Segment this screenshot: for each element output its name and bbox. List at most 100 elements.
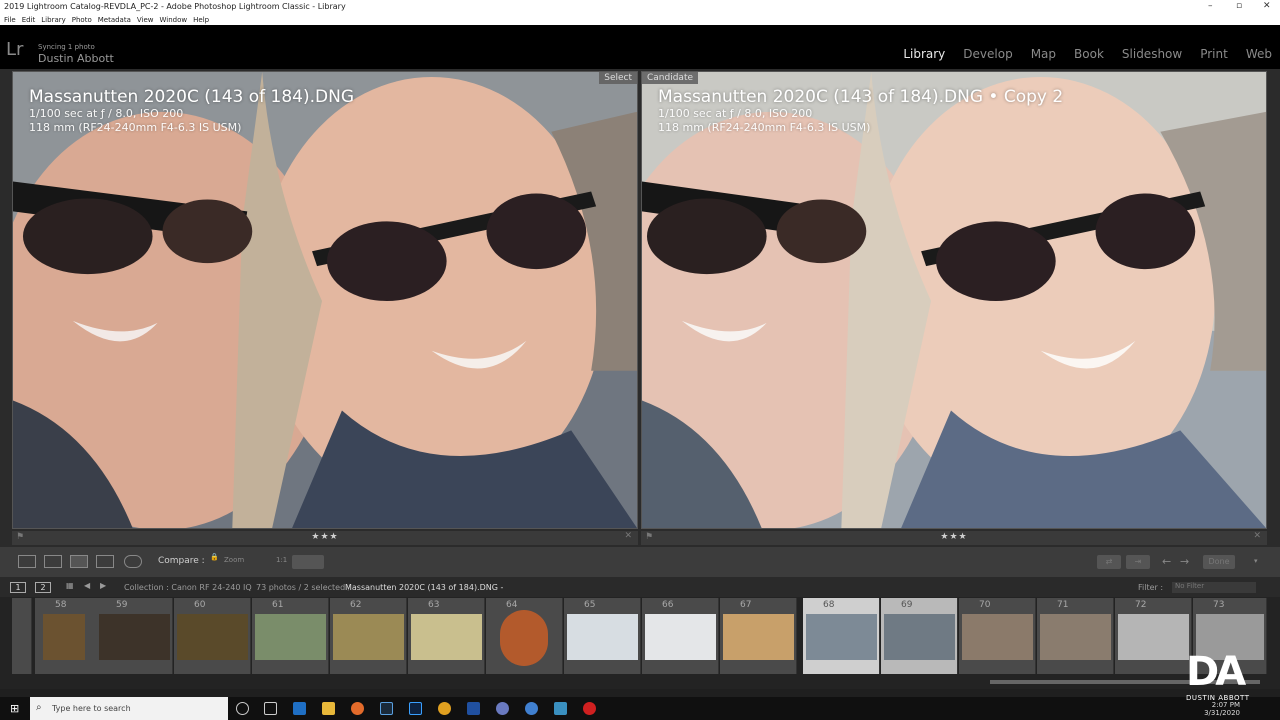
minimize-icon[interactable]: – — [1208, 1, 1213, 11]
candidate-stars[interactable]: ★★★ — [940, 532, 967, 542]
menu-view[interactable]: View — [137, 16, 154, 24]
thumbnail-image[interactable] — [723, 614, 794, 660]
thumbnail-image[interactable] — [962, 614, 1033, 660]
candidate-photo[interactable] — [642, 72, 1266, 528]
back-icon[interactable]: ◀ — [84, 581, 90, 590]
thumbnail-image[interactable] — [567, 614, 638, 660]
thumbnail-cell[interactable]: 61 — [252, 598, 329, 674]
lightroom-icon[interactable] — [380, 702, 393, 715]
thumbnail-image[interactable] — [1118, 614, 1189, 660]
photoshop-icon[interactable] — [409, 702, 422, 715]
thumbnail-cell-partial[interactable] — [12, 598, 32, 674]
module-slideshow[interactable]: Slideshow — [1122, 47, 1182, 61]
thumbnail-cell[interactable]: 71 — [1037, 598, 1114, 674]
flag-icon[interactable]: ⚑ — [16, 532, 24, 542]
thumbnail-image[interactable] — [99, 614, 170, 660]
record-icon[interactable] — [583, 702, 596, 715]
compare-view-icon[interactable] — [70, 555, 88, 568]
app-icon[interactable] — [554, 702, 567, 715]
thumbnail-cell[interactable]: 65 — [564, 598, 641, 674]
sync-status[interactable]: Syncing 1 photo — [38, 43, 95, 51]
page-2-button[interactable]: 2 — [35, 582, 51, 593]
thumbnail-image[interactable] — [500, 610, 548, 666]
thumbnail-cell[interactable]: 66 — [642, 598, 719, 674]
app-icon[interactable] — [496, 702, 509, 715]
menu-window[interactable]: Window — [160, 16, 188, 24]
search-icon: ⌕ — [36, 702, 42, 713]
watermark-name: DUSTIN ABBOTT — [1186, 694, 1250, 702]
thumbnail-cell[interactable]: 70 — [959, 598, 1036, 674]
flag-icon[interactable]: ⚑ — [645, 532, 653, 542]
select-stars[interactable]: ★★★ — [311, 532, 338, 542]
module-develop[interactable]: Develop — [963, 47, 1012, 61]
thumbnail-cell[interactable]: 64 — [486, 598, 563, 674]
menu-library[interactable]: Library — [41, 16, 65, 24]
close-icon[interactable]: ✕ — [1263, 1, 1271, 11]
grid-icon[interactable]: ▦ — [66, 581, 74, 590]
task-view-icon[interactable] — [264, 702, 277, 715]
chevron-down-icon[interactable]: ▾ — [1254, 557, 1258, 565]
thumbnail-cell[interactable]: 59 — [96, 598, 173, 674]
module-map[interactable]: Map — [1031, 47, 1056, 61]
select-tag: Select — [599, 72, 637, 84]
cortana-icon[interactable] — [236, 702, 249, 715]
swap-button[interactable]: ⇄ — [1097, 555, 1121, 569]
thumbnail-image[interactable] — [177, 614, 248, 660]
loupe-view-icon[interactable] — [44, 555, 62, 568]
lock-icon[interactable]: 🔒 — [210, 553, 219, 561]
app-icon[interactable] — [525, 702, 538, 715]
firefox-icon[interactable] — [351, 702, 364, 715]
thumbnail-cell[interactable]: 60 — [174, 598, 251, 674]
menu-photo[interactable]: Photo — [72, 16, 92, 24]
collection-name[interactable]: Collection : Canon RF 24-240 IQ — [124, 583, 252, 592]
thumbnail-image[interactable] — [43, 614, 85, 660]
make-select-button[interactable]: ⇥ — [1126, 555, 1150, 569]
thumbnail-image[interactable] — [806, 614, 877, 660]
thumbnail-number: 58 — [55, 600, 67, 610]
thumbnail-cell[interactable]: 67 — [720, 598, 797, 674]
thumbnail-image[interactable] — [884, 614, 955, 660]
people-view-icon[interactable] — [124, 555, 142, 568]
thumbnail-image[interactable] — [1040, 614, 1111, 660]
module-book[interactable]: Book — [1074, 47, 1104, 61]
thumbnail-cell-select[interactable]: 68 — [803, 598, 880, 674]
thumbnail-cell[interactable]: 62 — [330, 598, 407, 674]
thumbnail-image[interactable] — [645, 614, 716, 660]
grid-view-icon[interactable] — [18, 555, 36, 568]
chrome-icon[interactable] — [438, 702, 451, 715]
thumbnail-cell-candidate[interactable]: 69 — [881, 598, 958, 674]
select-next-icon[interactable]: → — [1180, 555, 1189, 568]
thumbnail-number: 69 — [901, 600, 913, 610]
thumbnail-image[interactable] — [411, 614, 482, 660]
maximize-icon[interactable]: ▫ — [1236, 1, 1242, 11]
done-button[interactable]: Done — [1203, 555, 1235, 569]
menu-edit[interactable]: Edit — [22, 16, 36, 24]
select-previous-icon[interactable]: ← — [1162, 555, 1171, 568]
candidate-pane[interactable]: Candidate Massanutten 2020C (143 of 184)… — [641, 71, 1267, 529]
close-icon[interactable]: ✕ — [1253, 531, 1261, 541]
zoom-label: Zoom — [224, 556, 245, 564]
menu-metadata[interactable]: Metadata — [98, 16, 131, 24]
file-explorer-icon[interactable] — [322, 702, 335, 715]
thumbnail-cell[interactable]: 72 — [1115, 598, 1192, 674]
thumbnail-image[interactable] — [255, 614, 326, 660]
page-1-button[interactable]: 1 — [10, 582, 26, 593]
forward-icon[interactable]: ▶ — [100, 581, 106, 590]
outlook-icon[interactable] — [293, 702, 306, 715]
taskbar-search[interactable]: Type here to search — [30, 697, 228, 720]
sync-button[interactable] — [292, 555, 324, 569]
menu-file[interactable]: File — [4, 16, 16, 24]
close-icon[interactable]: ✕ — [624, 531, 632, 541]
select-pane[interactable]: Select Massanutten 2020C (143 of 184).DN… — [12, 71, 638, 529]
module-print[interactable]: Print — [1200, 47, 1228, 61]
thumbnail-image[interactable] — [333, 614, 404, 660]
select-photo[interactable] — [13, 72, 637, 528]
menu-help[interactable]: Help — [193, 16, 209, 24]
filter-select[interactable]: No Filter — [1172, 582, 1256, 593]
module-web[interactable]: Web — [1246, 47, 1272, 61]
module-library[interactable]: Library — [903, 47, 945, 61]
windows-start-icon[interactable]: ⊞ — [10, 702, 19, 715]
thumbnail-cell[interactable]: 63 — [408, 598, 485, 674]
survey-view-icon[interactable] — [96, 555, 114, 568]
app-icon[interactable] — [467, 702, 480, 715]
